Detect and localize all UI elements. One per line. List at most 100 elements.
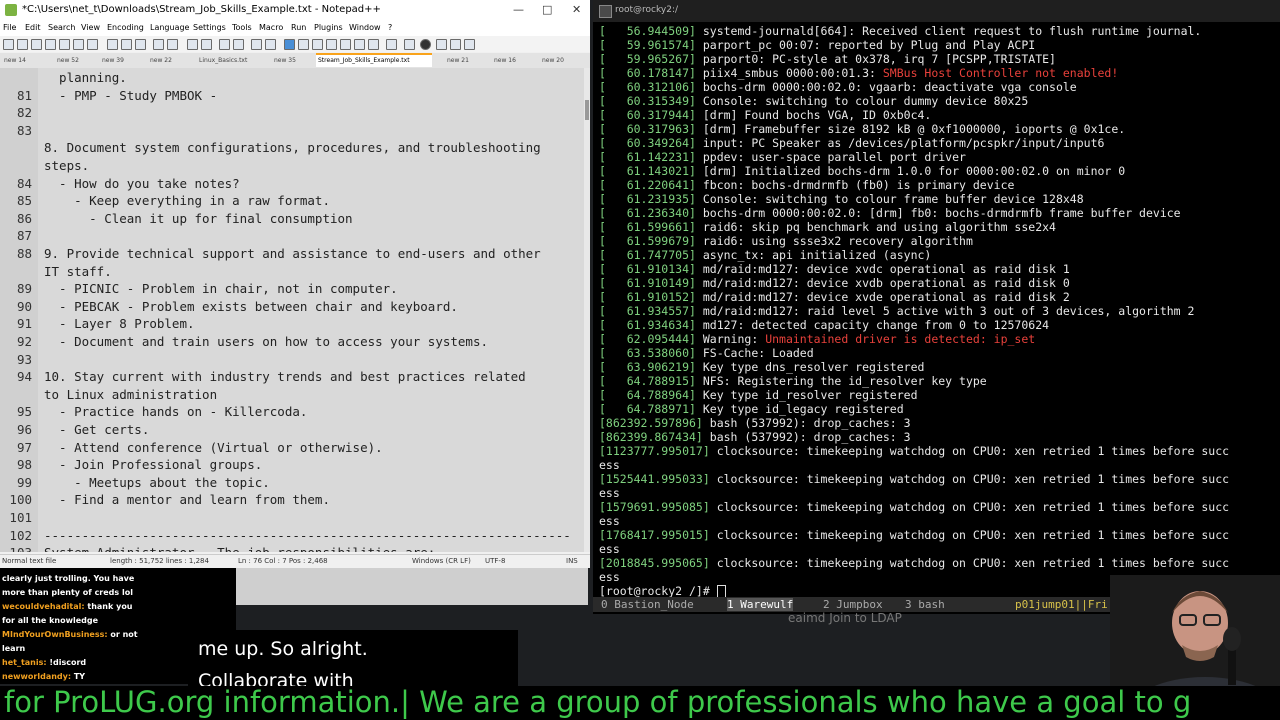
print-icon[interactable] — [87, 39, 98, 50]
copy-icon[interactable] — [121, 39, 132, 50]
tab-new-14[interactable]: new 14 — [2, 55, 40, 67]
close-file-icon[interactable] — [59, 39, 70, 50]
zoom-out-icon[interactable] — [233, 39, 244, 50]
stop-record-icon[interactable] — [420, 39, 431, 50]
cut-icon[interactable] — [107, 39, 118, 50]
menu-tools[interactable]: Tools — [232, 23, 252, 32]
tab-new-52[interactable]: new 52 — [55, 55, 83, 67]
menu-run[interactable]: Run — [291, 23, 306, 32]
scrollbar-thumb[interactable] — [585, 100, 589, 120]
editor-line[interactable]: - Attend conference (Virtual or otherwis… — [44, 440, 383, 455]
editor-line[interactable]: - Clean it up for final consumption — [44, 211, 352, 226]
editor-line[interactable]: - Document and train users on how to acc… — [44, 334, 488, 349]
menu-plugins[interactable]: Plugins — [314, 23, 343, 32]
editor-line[interactable]: - PMP - Study PMBOK - — [44, 88, 217, 103]
tab-stream-job-skills[interactable]: Stream_Job_Skills_Example.txt — [316, 53, 432, 67]
maximize-icon[interactable]: □ — [542, 3, 552, 16]
terminal-line: [ 64.788915] NFS: Registering the id_res… — [599, 374, 987, 388]
editor-line[interactable]: to Linux administration — [44, 387, 217, 402]
tmux-window-0[interactable]: 0 Bastion_Node — [601, 598, 694, 611]
tab-new-20[interactable]: new 20 — [540, 55, 572, 67]
editor-line[interactable]: - Keep everything in a raw format. — [44, 193, 330, 208]
show-all-chars-icon[interactable] — [298, 39, 309, 50]
editor-line[interactable]: 10. Stay current with industry trends an… — [44, 369, 526, 384]
sync-h-icon[interactable] — [265, 39, 276, 50]
monitoring-icon[interactable] — [386, 39, 397, 50]
window-titlebar[interactable]: *C:\Users\net_t\Downloads\Stream_Job_Ski… — [0, 0, 590, 22]
log-message: async_tx: api initialized (async) — [695, 248, 932, 262]
menu-macro[interactable]: Macro — [259, 23, 283, 32]
close-all-icon[interactable] — [73, 39, 84, 50]
line-number: 99 — [16, 474, 32, 490]
editor-line[interactable]: - Meetups about the topic. — [44, 475, 270, 490]
tmux-window-1[interactable]: 1 Warewulf — [727, 598, 794, 611]
editor-line[interactable]: - Practice hands on - Killercoda. — [44, 404, 307, 419]
menu-help[interactable]: ? — [388, 23, 392, 32]
udl-icon[interactable] — [326, 39, 337, 50]
editor-line[interactable]: - Get certs. — [44, 422, 149, 437]
redo-icon[interactable] — [167, 39, 178, 50]
editor-line[interactable]: System Administrator - The job responsib… — [44, 545, 435, 552]
save-macro-icon[interactable] — [464, 39, 475, 50]
line-number: 91 — [16, 316, 32, 332]
paste-icon[interactable] — [135, 39, 146, 50]
editor-line[interactable]: 8. Document system configurations, proce… — [44, 140, 541, 155]
folder-workspace-icon[interactable] — [368, 39, 379, 50]
menu-search[interactable]: Search — [48, 23, 75, 32]
close-icon[interactable]: ✕ — [572, 3, 581, 16]
open-file-icon[interactable] — [17, 39, 28, 50]
terminal-line: [ 61.143021] [drm] Initialized bochs-drm… — [599, 164, 1125, 178]
tab-new-21[interactable]: new 21 — [445, 55, 477, 67]
playback-macro-icon[interactable] — [436, 39, 447, 50]
editor-line[interactable]: IT staff. — [44, 264, 112, 279]
editor-line[interactable]: - PICNIC - Problem in chair, not in comp… — [44, 281, 398, 296]
menu-settings[interactable]: Settings — [193, 23, 226, 32]
editor-line[interactable]: - PEBCAK - Problem exists between chair … — [44, 299, 458, 314]
tmux-window-3[interactable]: 3 bash — [905, 598, 945, 611]
editor-line[interactable]: - Find a mentor and learn from them. — [44, 492, 330, 507]
menu-file[interactable]: File — [3, 23, 16, 32]
run-macro-multiple-icon[interactable] — [450, 39, 461, 50]
zoom-in-icon[interactable] — [219, 39, 230, 50]
indent-guide-icon[interactable] — [312, 39, 323, 50]
record-macro-icon[interactable] — [404, 39, 415, 50]
log-message: Key type dns_resolver registered — [695, 360, 925, 374]
tmux-window-2[interactable]: 2 Jumpbox — [823, 598, 883, 611]
terminal-line: [1579691.995085] clocksource: timekeepin… — [599, 500, 1229, 514]
log-timestamp: [ 60.312106] — [599, 80, 696, 94]
doc-map-icon[interactable] — [340, 39, 351, 50]
new-file-icon[interactable] — [3, 39, 14, 50]
terminal-titlebar[interactable]: root@rocky2:/ — [593, 0, 1280, 22]
menu-edit[interactable]: Edit — [25, 23, 41, 32]
function-list-icon[interactable] — [354, 39, 365, 50]
tab-linux-basics[interactable]: Linux_Basics.txt — [197, 55, 257, 67]
tab-new-16[interactable]: new 16 — [492, 55, 524, 67]
replace-icon[interactable] — [201, 39, 212, 50]
editor-line[interactable]: - Join Professional groups. — [44, 457, 262, 472]
editor-line[interactable]: ----------------------------------------… — [44, 528, 571, 543]
editor-line[interactable]: - Layer 8 Problem. — [44, 316, 194, 331]
minimize-icon[interactable]: — — [513, 3, 524, 16]
editor-area[interactable]: planning. 81 - PMP - Study PMBOK - 82 83 8. … — [0, 68, 584, 552]
menu-window[interactable]: Window — [349, 23, 381, 32]
save-all-icon[interactable] — [45, 39, 56, 50]
terminal-line: [862399.867434] bash (537992): drop_cach… — [599, 430, 911, 444]
find-icon[interactable] — [187, 39, 198, 50]
tab-new-35[interactable]: new 35 — [272, 55, 304, 67]
vertical-scrollbar[interactable] — [584, 68, 590, 552]
save-icon[interactable] — [31, 39, 42, 50]
tab-new-22[interactable]: new 22 — [148, 55, 180, 67]
menu-view[interactable]: View — [81, 23, 100, 32]
menu-encoding[interactable]: Encoding — [107, 23, 144, 32]
terminal-window[interactable]: root@rocky2:/ [ 56.944509] systemd-journ… — [593, 0, 1280, 614]
undo-icon[interactable] — [153, 39, 164, 50]
menu-language[interactable]: Language — [150, 23, 189, 32]
log-message: clocksource: timekeeping watchdog on CPU… — [709, 444, 1230, 458]
editor-line[interactable]: 9. Provide technical support and assista… — [44, 246, 541, 261]
word-wrap-icon[interactable] — [284, 39, 295, 50]
editor-line[interactable]: - How do you take notes? — [44, 176, 240, 191]
tab-new-39[interactable]: new 39 — [100, 55, 132, 67]
editor-line[interactable]: planning. — [44, 70, 127, 85]
editor-line[interactable]: steps. — [44, 158, 89, 173]
sync-v-icon[interactable] — [251, 39, 262, 50]
